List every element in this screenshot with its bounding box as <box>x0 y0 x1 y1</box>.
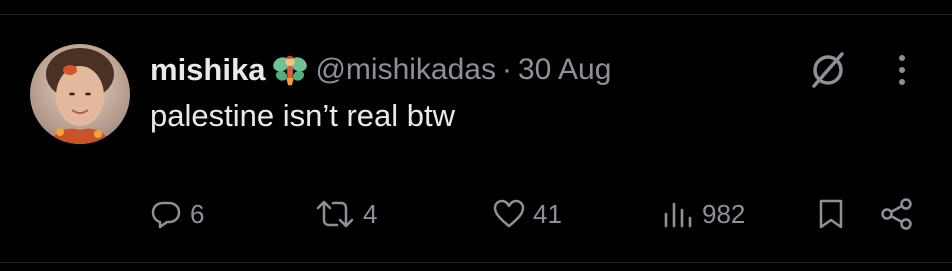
tweet-header: mishika @mishikadas · 30 Aug <box>150 50 611 90</box>
like-count: 41 <box>533 198 562 229</box>
share-button[interactable] <box>880 194 914 234</box>
views-button[interactable]: 982 <box>662 194 745 234</box>
like-button[interactable]: 41 <box>493 194 562 234</box>
views-count: 982 <box>702 198 746 229</box>
more-dots-icon[interactable] <box>888 52 916 88</box>
tweet-actions: 6 4 41 982 <box>0 194 952 234</box>
separator-dot: · <box>501 53 512 86</box>
avatar-image <box>30 44 130 144</box>
bookmark-icon <box>819 199 843 229</box>
reply-button[interactable]: 6 <box>150 194 204 234</box>
tweet-date[interactable]: 30 Aug <box>518 53 611 87</box>
avatar[interactable] <box>30 44 130 144</box>
tweet-text: palestine isn’t real btw <box>150 98 455 133</box>
share-icon <box>881 198 912 230</box>
top-divider <box>0 14 952 15</box>
author-handle[interactable]: @mishikadas <box>315 53 496 87</box>
bottom-divider <box>0 262 952 263</box>
reply-count: 6 <box>190 198 205 229</box>
views-chart-icon <box>664 202 692 228</box>
heart-icon <box>493 199 525 228</box>
retweet-count: 4 <box>363 198 378 229</box>
retweet-icon <box>316 200 354 228</box>
bookmark-button[interactable] <box>815 194 847 234</box>
author-display-name[interactable]: mishika <box>150 52 265 88</box>
fairy-emoji-icon <box>271 51 309 89</box>
reply-icon <box>151 201 181 229</box>
retweet-button[interactable]: 4 <box>315 194 377 234</box>
grok-icon[interactable] <box>808 50 848 90</box>
